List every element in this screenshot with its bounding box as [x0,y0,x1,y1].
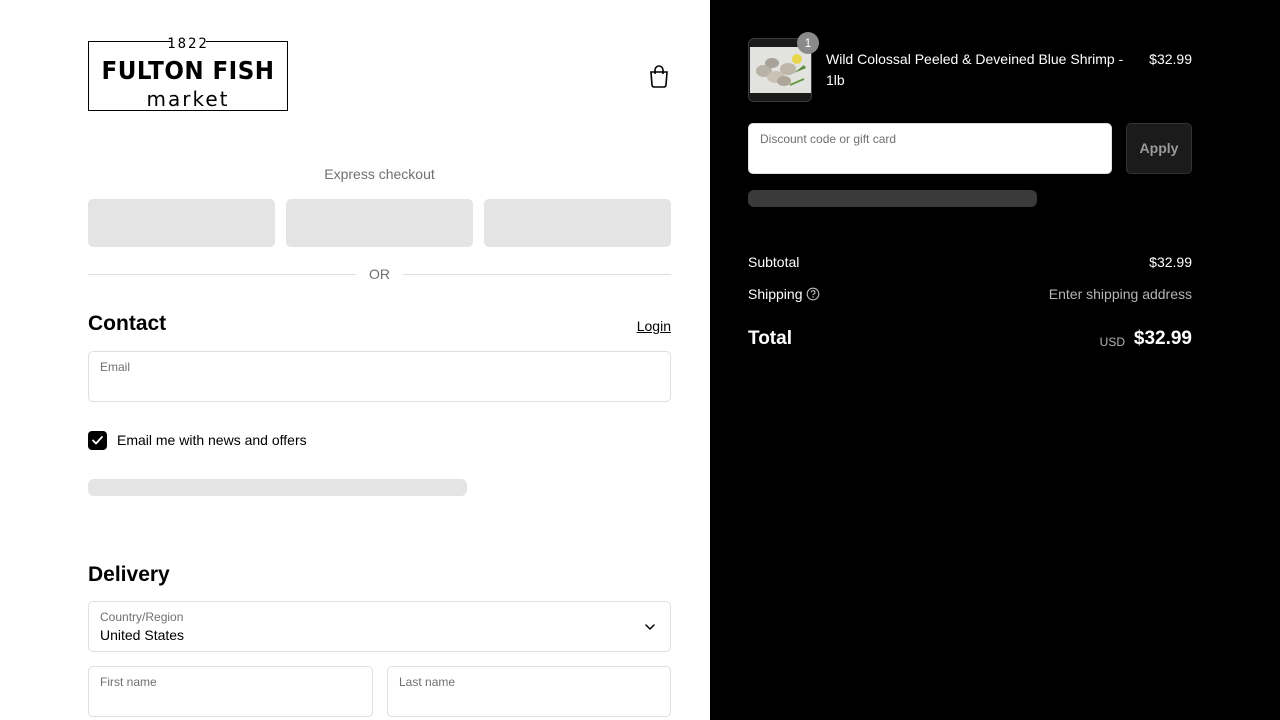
last-name-label: Last name [399,675,456,689]
delivery-heading: Delivery [88,563,170,586]
shipping-value: Enter shipping address [1048,286,1192,302]
total-value: $32.99 [1133,328,1192,349]
first-name-field[interactable]: First name [88,666,373,717]
shipping-label: Shipping [748,286,803,302]
last-name-field[interactable]: Last name [387,666,671,717]
express-pay-button-2[interactable] [286,199,473,247]
country-select[interactable]: Country/Region United States [88,601,671,652]
express-pay-button-1[interactable] [88,199,275,247]
product-price: $32.99 [1149,51,1192,67]
email-field[interactable]: Email [88,351,671,402]
country-select-value: United States [100,627,185,643]
logo-year: 1822 [167,36,209,52]
checkout-form-panel: 1822 FULTON FISH market Express checkout… [0,0,710,720]
subtotal-label: Subtotal [748,254,800,270]
discount-code-field[interactable]: Discount code or gift card [748,123,1112,174]
country-select-label: Country/Region [100,610,184,624]
or-divider: OR [88,264,671,284]
logo-name: FULTON FISH [101,56,275,85]
divider-line-right [403,274,671,275]
product-name: Wild Colossal Peeled & Deveined Blue Shr… [826,51,1124,88]
login-link[interactable]: Login [637,318,671,334]
express-checkout-label: Express checkout [324,166,435,182]
order-summary-panel [710,0,1280,720]
store-logo[interactable]: 1822 FULTON FISH market [88,36,288,114]
checkmark-icon [92,436,103,445]
logo-subtitle: market [146,87,230,111]
contact-heading: Contact [88,312,167,335]
first-name-label: First name [100,675,157,689]
apply-discount-button[interactable]: Apply [1126,123,1192,174]
cart-bag-icon[interactable] [648,64,670,88]
loading-placeholder [88,479,467,496]
quantity-badge: 1 [797,32,819,54]
shrimp-image [750,47,811,93]
total-label: Total [748,328,792,349]
loading-placeholder-dark [748,190,1037,207]
express-pay-button-3[interactable] [484,199,671,247]
email-field-label: Email [100,360,131,374]
discount-field-label: Discount code or gift card [760,132,897,146]
help-circle-icon[interactable] [806,287,820,301]
newsletter-checkbox[interactable] [88,431,107,450]
chevron-down-icon [645,624,655,631]
subtotal-value: $32.99 [1149,254,1192,270]
newsletter-label: Email me with news and offers [117,432,307,448]
total-currency: USD [1099,335,1125,349]
